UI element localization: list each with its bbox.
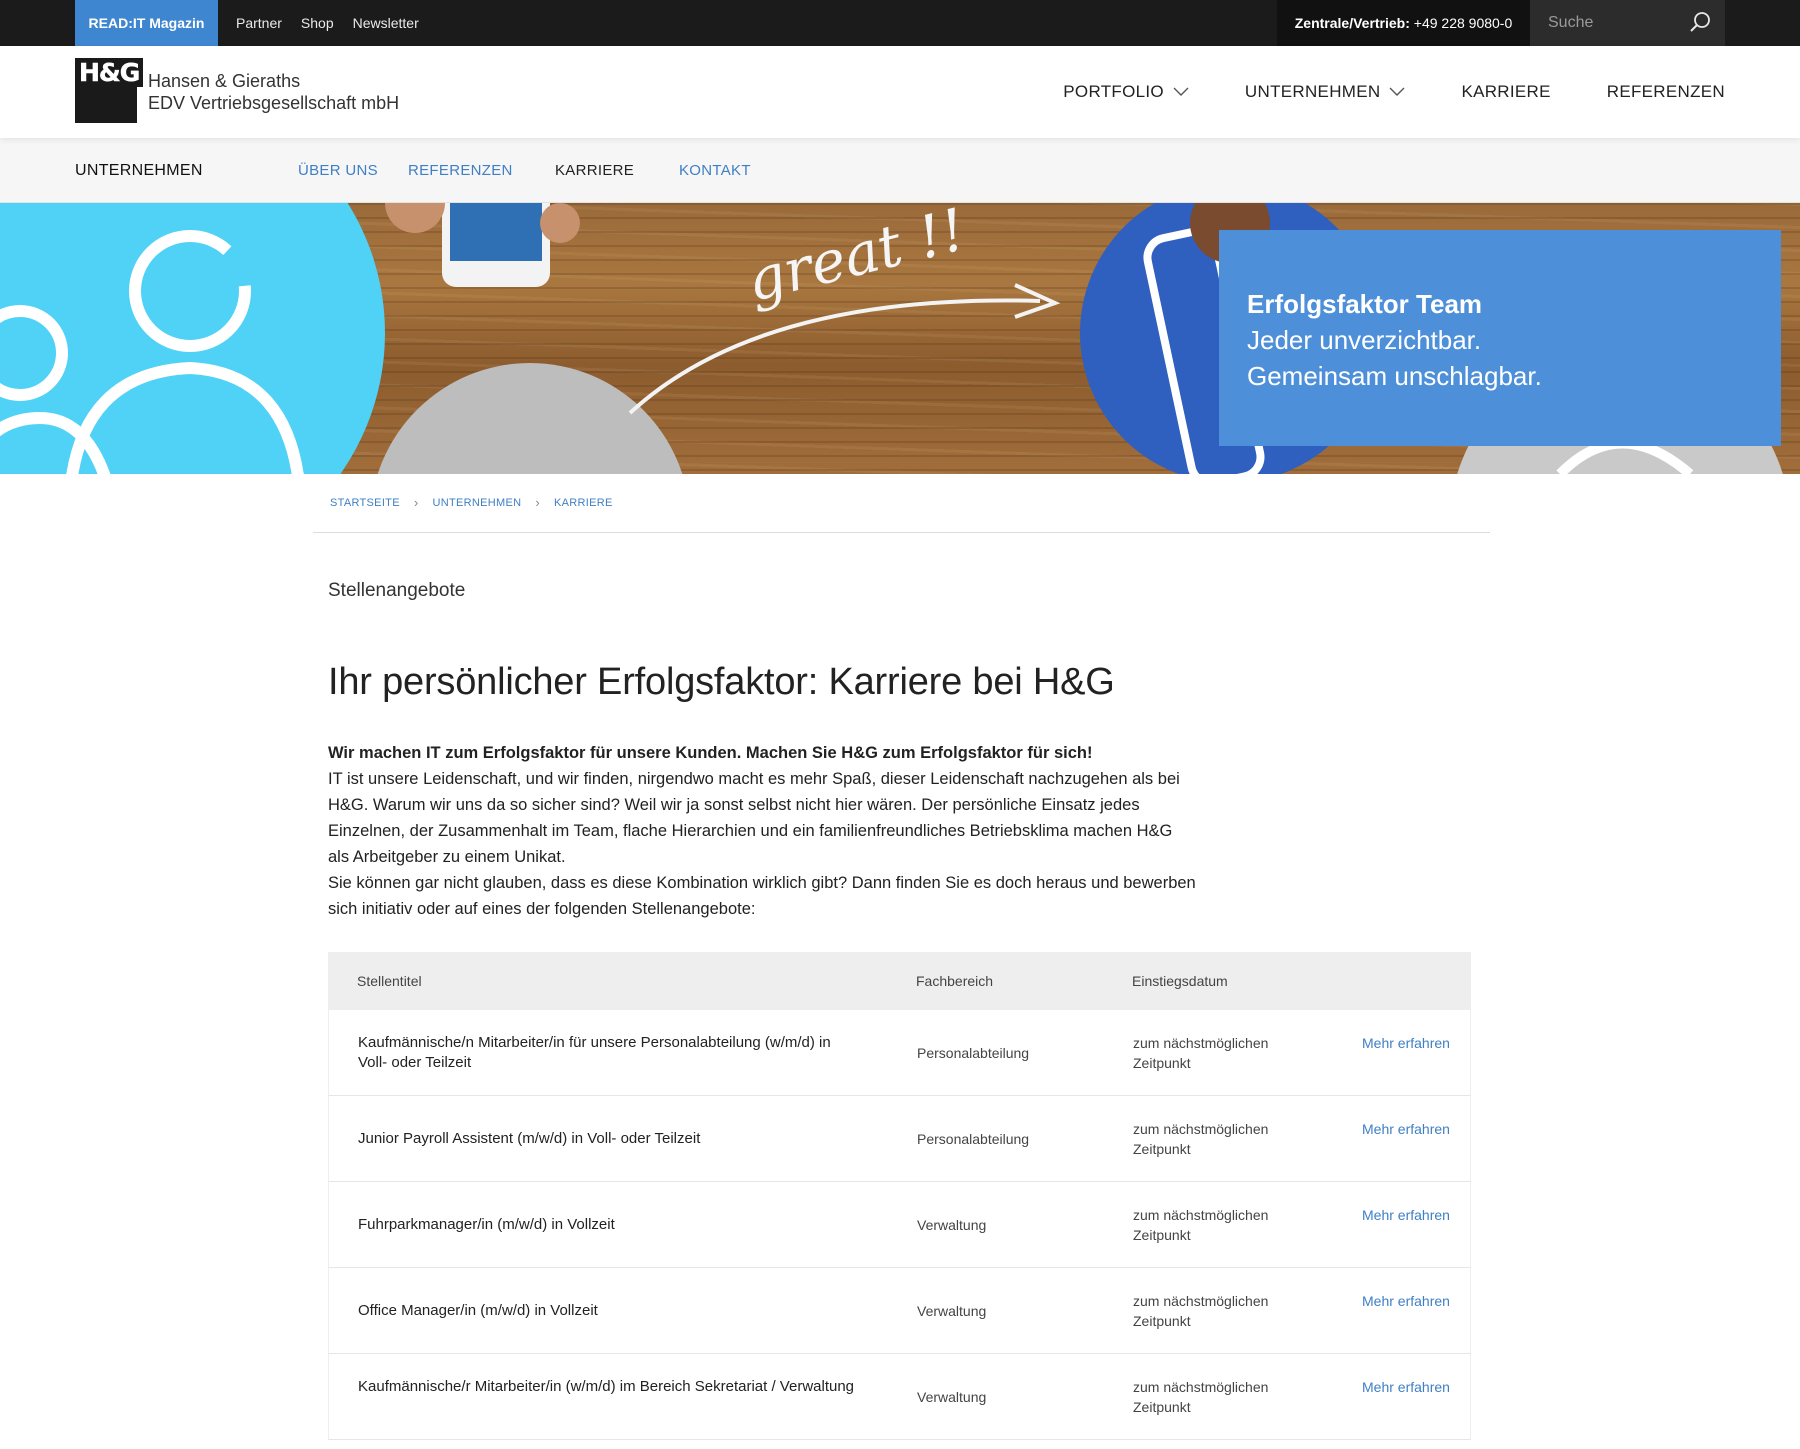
table-header: Stellentitel Fachbereich Einstiegsdatum <box>328 952 1471 1010</box>
top-links: Partner Shop Newsletter <box>236 0 419 46</box>
intro-text: Wir machen IT zum Erfolgsfaktor für unse… <box>328 740 1198 922</box>
intro-lead: Wir machen IT zum Erfolgsfaktor für unse… <box>328 744 1093 762</box>
subnav-section-title: UNTERNEHMEN <box>75 162 203 179</box>
sub-nav: UNTERNEHMEN ÜBER UNS REFERENZEN KARRIERE… <box>0 138 1800 203</box>
job-date: zum nächstmöglichen Zeitpunkt <box>1133 1035 1269 1071</box>
company-name: Hansen & Gieraths EDV Vertriebsgesellsch… <box>148 70 399 114</box>
search-box <box>1530 0 1725 46</box>
logo-text: H&G <box>75 58 144 87</box>
job-title[interactable]: Office Manager/in (m/w/d) in Vollzeit <box>358 1301 858 1321</box>
nav-portfolio[interactable]: PORTFOLIO <box>1063 82 1189 102</box>
page-title: Ihr persönlicher Erfolgsfaktor: Karriere… <box>328 661 1115 703</box>
main-header: H&G Hansen & Gieraths EDV Vertriebsgesel… <box>0 46 1800 138</box>
chevron-down-icon <box>1173 87 1189 96</box>
divider <box>313 532 1490 533</box>
nav-portfolio-label: PORTFOLIO <box>1063 82 1164 101</box>
subnav-item-referenzen[interactable]: REFERENZEN <box>408 138 513 203</box>
breadcrumb: STARTSEITE › UNTERNEHMEN › KARRIERE <box>330 495 613 510</box>
job-more-link[interactable]: Mehr erfahren <box>1362 1205 1452 1225</box>
nav-referenzen[interactable]: REFERENZEN <box>1607 82 1725 102</box>
subnav-item-ueber-uns[interactable]: ÜBER UNS <box>298 138 378 203</box>
header-stellentitel: Stellentitel <box>357 973 422 989</box>
hero-banner: great !! Erfolgsfaktor Team Jeder unverz… <box>0 203 1800 474</box>
nav-karriere-label: KARRIERE <box>1461 82 1551 101</box>
table-row: Fuhrparkmanager/in (m/w/d) in Vollzeit V… <box>328 1182 1471 1268</box>
company-name-line2: EDV Vertriebsgesellschaft mbH <box>148 93 400 113</box>
breadcrumb-karriere[interactable]: KARRIERE <box>554 497 613 509</box>
table-row: Junior Payroll Assistent (m/w/d) in Voll… <box>328 1096 1471 1182</box>
job-more-link[interactable]: Mehr erfahren <box>1362 1291 1452 1311</box>
job-title[interactable]: Fuhrparkmanager/in (m/w/d) in Vollzeit <box>358 1215 858 1235</box>
subnav-item-karriere[interactable]: KARRIERE <box>555 138 634 203</box>
table-row: Kaufmännische/n Mitarbeiter/in für unser… <box>328 1010 1471 1096</box>
chevron-right-icon: › <box>413 495 419 510</box>
job-more-link[interactable]: Mehr erfahren <box>1362 1033 1452 1053</box>
chevron-down-icon <box>1389 87 1405 96</box>
nav-unternehmen[interactable]: UNTERNEHMEN <box>1245 82 1406 102</box>
header-einstiegsdatum: Einstiegsdatum <box>1132 973 1228 989</box>
top-link-partner[interactable]: Partner <box>236 0 282 46</box>
job-title[interactable]: Kaufmännische/r Mitarbeiter/in (w/m/d) i… <box>358 1377 858 1397</box>
hero-overlay-box: Erfolgsfaktor Team Jeder unverzichtbar. … <box>1219 230 1781 446</box>
nav-referenzen-label: REFERENZEN <box>1606 82 1725 101</box>
company-name-line1: Hansen & Gieraths <box>148 71 301 91</box>
table-row: Office Manager/in (m/w/d) in Vollzeit Ve… <box>328 1268 1471 1354</box>
job-date: zum nächstmöglichen Zeitpunkt <box>1133 1121 1269 1157</box>
section-kicker: Stellenangebote <box>328 580 466 601</box>
job-area: Personalabteilung <box>917 1045 1030 1061</box>
phone-contact: Zentrale/Vertrieb: +49 228 9080-0 <box>1277 0 1530 46</box>
intro-paragraph-1: IT ist unsere Leidenschaft, und wir find… <box>328 770 1180 866</box>
hero-headline: Erfolgsfaktor Team <box>1247 289 1483 319</box>
job-date: zum nächstmöglichen Zeitpunkt <box>1133 1207 1269 1243</box>
job-area: Personalabteilung <box>917 1131 1030 1147</box>
header-fachbereich: Fachbereich <box>916 973 994 989</box>
intro-paragraph-2: Sie können gar nicht glauben, dass es di… <box>328 874 1196 918</box>
phone-label: Zentrale/Vertrieb: <box>1294 15 1410 31</box>
search-input[interactable] <box>1530 0 1680 46</box>
job-more-link[interactable]: Mehr erfahren <box>1362 1377 1452 1397</box>
job-area: Verwaltung <box>917 1217 987 1233</box>
job-date: zum nächstmöglichen Zeitpunkt <box>1133 1379 1269 1415</box>
breadcrumb-unternehmen[interactable]: UNTERNEHMEN <box>432 497 521 509</box>
top-link-newsletter[interactable]: Newsletter <box>353 0 419 46</box>
subnav-item-kontakt[interactable]: KONTAKT <box>679 138 751 203</box>
job-more-link[interactable]: Mehr erfahren <box>1362 1119 1452 1139</box>
job-area: Verwaltung <box>917 1303 987 1319</box>
read-it-magazin-link[interactable]: READ:IT Magazin <box>75 0 218 46</box>
job-title[interactable]: Junior Payroll Assistent (m/w/d) in Voll… <box>358 1129 858 1149</box>
job-date: zum nächstmöglichen Zeitpunkt <box>1133 1293 1269 1329</box>
phone-number[interactable]: +49 228 9080-0 <box>1414 15 1512 31</box>
main-nav: PORTFOLIO UNTERNEHMEN KARRIERE REFERENZE… <box>1007 46 1725 138</box>
search-icon[interactable] <box>1687 10 1713 36</box>
table-row: Kaufmännische/r Mitarbeiter/in (w/m/d) i… <box>328 1354 1471 1440</box>
breadcrumb-startseite[interactable]: STARTSEITE <box>330 497 400 509</box>
job-area: Verwaltung <box>917 1389 987 1405</box>
top-utility-bar: READ:IT Magazin Partner Shop Newsletter … <box>0 0 1800 46</box>
nav-karriere[interactable]: KARRIERE <box>1461 82 1550 102</box>
hero-line2: Gemeinsam unschlagbar. <box>1247 361 1542 391</box>
hero-line1: Jeder unverzichtbar. <box>1247 325 1482 355</box>
jobs-table: Stellentitel Fachbereich Einstiegsdatum … <box>328 952 1471 1440</box>
top-link-shop[interactable]: Shop <box>301 0 334 46</box>
chevron-right-icon: › <box>535 495 540 510</box>
nav-unternehmen-label: UNTERNEHMEN <box>1244 82 1381 101</box>
job-title[interactable]: Kaufmännische/n Mitarbeiter/in für unser… <box>358 1033 858 1073</box>
